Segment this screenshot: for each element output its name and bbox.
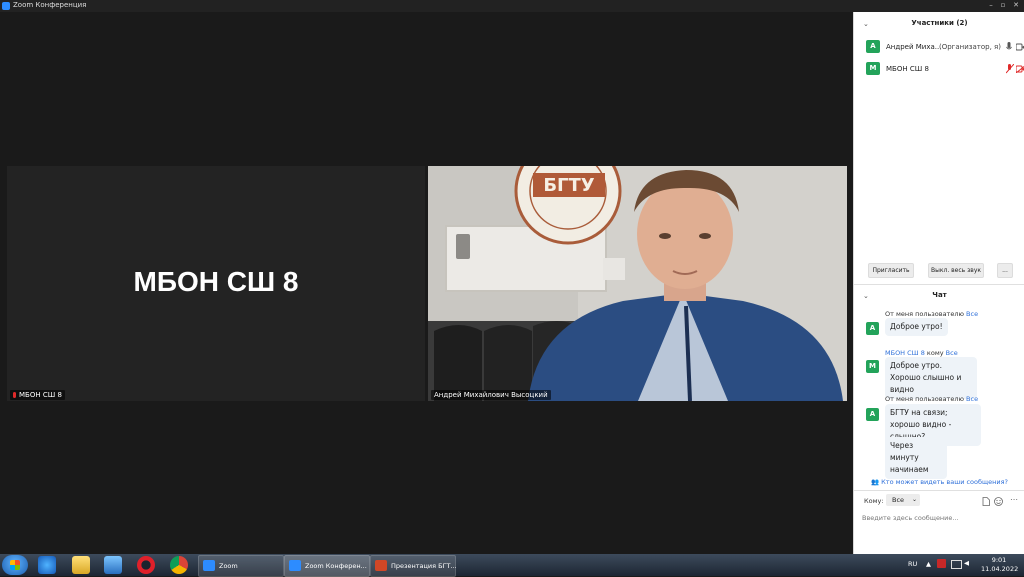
- mic-muted-icon[interactable]: [1006, 64, 1014, 74]
- zoom-icon: [203, 560, 215, 571]
- video-off-icon[interactable]: [1016, 65, 1024, 73]
- clock[interactable]: 9:01 11.04.2022: [981, 556, 1019, 574]
- message-recipient[interactable]: Все: [946, 349, 958, 357]
- message-recipient[interactable]: Все: [966, 310, 978, 318]
- maximize-button[interactable]: ▫: [998, 1, 1008, 10]
- taskbar-task-label: Презентация БГТ...: [391, 562, 457, 570]
- taskbar-task-zoom-meeting[interactable]: Zoom Конферен...: [284, 555, 370, 577]
- participant-role: (Организатор, я): [939, 43, 1001, 51]
- clock-date: 11.04.2022: [981, 565, 1019, 573]
- flag-icon[interactable]: [937, 559, 946, 568]
- more-options-button[interactable]: ...: [997, 263, 1013, 278]
- camera-feed-image: БГТУ: [428, 166, 847, 401]
- video-tile-mbon[interactable]: МБОН СШ 8 МБОН СШ 8: [7, 166, 425, 401]
- chat-bubble: Через минуту начинаем: [885, 437, 947, 479]
- mic-icon[interactable]: [1006, 42, 1012, 52]
- message-sender: От меня пользователю: [885, 310, 964, 318]
- participant-name: МБОН СШ 8: [886, 65, 929, 73]
- media-player-icon[interactable]: [104, 556, 122, 574]
- taskbar-task-zoom[interactable]: Zoom: [198, 555, 284, 577]
- file-icon[interactable]: [982, 497, 990, 506]
- who-can-see-text: Кто может видеть ваши сообщения?: [881, 478, 1008, 486]
- chat-message-meta: От меня пользователю Все: [885, 395, 978, 403]
- tray-expand-icon[interactable]: ▲: [926, 560, 931, 568]
- more-icon[interactable]: ⋯: [1010, 495, 1018, 504]
- emoji-icon[interactable]: [994, 497, 1003, 506]
- participant-row[interactable]: А Андрей Миха... (Организатор, я): [866, 40, 1024, 54]
- mute-all-button[interactable]: Выкл. весь звук: [928, 263, 984, 278]
- chat-header: Чат: [932, 291, 947, 299]
- recipient-label: Кому:: [864, 497, 884, 505]
- panel-divider: [854, 490, 1024, 491]
- chrome-icon[interactable]: [170, 556, 188, 574]
- panel-divider: [854, 284, 1024, 285]
- logo-text: БГТУ: [543, 175, 594, 196]
- taskbar-task-label: Zoom Конферен...: [305, 562, 367, 570]
- message-recipient[interactable]: Все: [966, 395, 978, 403]
- message-sender-to: кому: [926, 349, 944, 357]
- close-button[interactable]: ✕: [1011, 1, 1021, 10]
- chat-message-meta: МБОН СШ 8 кому Все: [885, 349, 958, 357]
- clock-time: 9:01: [991, 556, 1007, 564]
- video-tile-label: МБОН СШ 8: [10, 390, 65, 400]
- taskbar: Zoom Zoom Конферен... Презентация БГТ...…: [0, 554, 1024, 577]
- participant-name: Андрей Миха...: [886, 43, 942, 51]
- chat-message-meta: От меня пользователю Все: [885, 310, 978, 318]
- chat-message-input[interactable]: Введите здесь сообщение...: [862, 512, 1012, 524]
- invite-button[interactable]: Пригласить: [868, 263, 914, 278]
- zoom-icon: [289, 560, 301, 571]
- powerpoint-icon: [375, 560, 387, 571]
- file-explorer-icon[interactable]: [72, 556, 90, 574]
- chat-bubble: Доброе утро. Хорошо слышно и видно: [885, 357, 977, 399]
- zoom-logo-icon: [2, 2, 10, 10]
- avatar: М: [866, 62, 880, 75]
- window-titlebar: Zoom Конференция – ▫ ✕: [0, 0, 1024, 12]
- chevron-down-icon: ⌄: [911, 496, 917, 503]
- minimize-button[interactable]: –: [986, 1, 996, 10]
- window-title: Zoom Конференция: [13, 1, 87, 9]
- recipient-select[interactable]: Все ⌄: [886, 494, 920, 506]
- video-tile-label-text: МБОН СШ 8: [19, 391, 62, 399]
- windows-logo-icon: [10, 560, 20, 570]
- avatar: А: [866, 408, 879, 421]
- people-icon: 👥: [871, 478, 880, 486]
- participant-big-name: МБОН СШ 8: [133, 266, 299, 297]
- taskbar-task-label: Zoom: [219, 562, 238, 570]
- recipient-select-value: Все: [892, 496, 905, 504]
- participants-header: Участники (2): [911, 19, 968, 27]
- language-indicator[interactable]: RU: [908, 560, 917, 568]
- video-camera-icon[interactable]: [1016, 43, 1024, 51]
- mic-muted-icon: [13, 392, 16, 398]
- chat-bubble: Доброе утро!: [885, 318, 948, 336]
- video-tile-speaker[interactable]: БГТУ Андрей Михайлович Высоцкий: [428, 166, 847, 401]
- internet-explorer-icon[interactable]: [38, 556, 56, 574]
- side-panel: ⌄ Участники (2) А Андрей Миха... (Органи…: [853, 12, 1024, 554]
- taskbar-task-presentation[interactable]: Презентация БГТ...: [370, 555, 457, 577]
- network-icon[interactable]: [951, 560, 962, 569]
- avatar: А: [866, 322, 879, 335]
- opera-icon[interactable]: [137, 556, 155, 574]
- participant-row[interactable]: М МБОН СШ 8: [866, 62, 1024, 76]
- avatar: А: [866, 40, 880, 53]
- video-tile-label: Андрей Михайлович Высоцкий: [431, 390, 551, 400]
- video-stage: МБОН СШ 8 МБОН СШ 8 БГТУ Андрей Михайлов…: [0, 12, 853, 554]
- start-button[interactable]: [2, 555, 28, 575]
- who-can-see-link[interactable]: 👥 Кто может видеть ваши сообщения?: [854, 478, 1024, 486]
- message-sender[interactable]: МБОН СШ 8: [885, 349, 925, 357]
- volume-icon[interactable]: ◀: [964, 559, 969, 567]
- message-sender: От меня пользователю: [885, 395, 964, 403]
- avatar: М: [866, 360, 879, 373]
